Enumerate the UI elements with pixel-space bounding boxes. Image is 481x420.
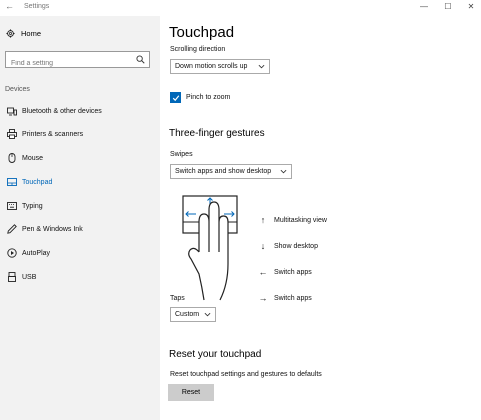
search-icon[interactable] — [136, 55, 145, 64]
gesture-label: Multitasking view — [274, 216, 327, 224]
sidebar-item-typing[interactable]: Typing — [0, 196, 160, 216]
scrolling-direction-value: Down motion scrolls up — [175, 63, 248, 70]
gesture-row-up: ↑ Multitasking view — [257, 215, 327, 225]
sidebar-item-label: Typing — [22, 202, 43, 210]
page-title: Touchpad — [169, 24, 235, 41]
sidebar-item-label: Mouse — [22, 154, 44, 162]
sidebar-item-printers[interactable]: Printers & scanners — [0, 124, 160, 144]
reset-description: Reset touchpad settings and gestures to … — [170, 371, 322, 378]
window-title: Settings — [24, 3, 50, 10]
taps-label: Taps — [170, 295, 185, 302]
gesture-label: Switch apps — [274, 268, 312, 276]
gesture-row-down: ↓ Show desktop — [257, 241, 318, 251]
usb-icon — [6, 272, 17, 283]
mouse-icon — [6, 153, 17, 164]
taps-value: Custom — [175, 311, 200, 318]
sidebar-item-touchpad[interactable]: Touchpad — [0, 172, 160, 192]
search-input[interactable] — [6, 56, 126, 71]
main-content: Touchpad Scrolling direction Down motion… — [160, 16, 481, 420]
sidebar-item-mouse[interactable]: Mouse — [0, 148, 160, 168]
search-box[interactable] — [5, 51, 150, 71]
reset-touchpad-heading: Reset your touchpad — [169, 349, 262, 360]
arrow-right-icon: → — [258, 293, 268, 303]
title-bar: ← Settings — ☐ ✕ — [0, 0, 481, 16]
sidebar-item-label: Pen & Windows Ink — [22, 225, 83, 233]
scrolling-direction-label: Scrolling direction — [170, 46, 226, 53]
swipes-value: Switch apps and show desktop — [175, 168, 272, 175]
three-finger-gestures-heading: Three-finger gestures — [169, 128, 265, 139]
gear-icon — [6, 29, 15, 38]
pinch-to-zoom-label: Pinch to zoom — [186, 94, 231, 101]
swipes-label: Swipes — [170, 151, 193, 158]
minimize-icon[interactable]: — — [419, 2, 429, 11]
sidebar-item-pen[interactable]: Pen & Windows Ink — [0, 219, 160, 239]
reset-button[interactable]: Reset — [168, 384, 214, 401]
sidebar-item-bluetooth[interactable]: Bluetooth & other devices — [0, 101, 160, 121]
swipes-dropdown[interactable]: Switch apps and show desktop — [170, 164, 292, 179]
gesture-row-right: → Switch apps — [257, 293, 312, 303]
taps-dropdown[interactable]: Custom — [170, 307, 216, 322]
sidebar-item-label: Bluetooth & other devices — [22, 107, 102, 115]
back-arrow-icon[interactable]: ← — [5, 1, 14, 11]
gesture-row-left: ← Switch apps — [257, 267, 312, 277]
chevron-down-icon — [204, 312, 211, 317]
sidebar-item-label: Printers & scanners — [22, 130, 84, 138]
sidebar-item-label: Touchpad — [22, 178, 53, 186]
printer-icon — [6, 129, 17, 140]
gesture-label: Show desktop — [274, 242, 318, 250]
arrow-left-icon: ← — [258, 267, 268, 277]
pinch-to-zoom-checkbox[interactable] — [170, 92, 181, 103]
keyboard-icon — [6, 201, 17, 212]
sidebar-item-label: AutoPlay — [22, 249, 51, 257]
arrow-up-icon: ↑ — [260, 215, 266, 225]
gesture-label: Switch apps — [274, 294, 312, 302]
chevron-down-icon — [258, 64, 265, 69]
maximize-icon[interactable]: ☐ — [443, 2, 453, 11]
home-nav-item[interactable]: Home — [6, 29, 41, 38]
sidebar-item-autoplay[interactable]: AutoPlay — [0, 243, 160, 263]
checkmark-icon — [172, 94, 179, 101]
pen-icon — [6, 224, 17, 235]
chevron-down-icon — [280, 169, 287, 174]
bluetooth-devices-icon — [6, 106, 17, 117]
touchpad-icon — [6, 177, 17, 188]
arrow-down-icon: ↓ — [260, 241, 266, 251]
sidebar-item-usb[interactable]: USB — [0, 267, 160, 287]
scrolling-direction-dropdown[interactable]: Down motion scrolls up — [170, 59, 270, 74]
sidebar: Home Devices Bluetooth & other devices P… — [0, 16, 160, 420]
autoplay-icon — [6, 248, 17, 259]
section-label-devices: Devices — [5, 86, 30, 93]
three-finger-swipe-illustration — [182, 195, 238, 301]
home-label: Home — [21, 29, 42, 38]
sidebar-item-label: USB — [22, 273, 37, 281]
close-icon[interactable]: ✕ — [466, 2, 476, 11]
